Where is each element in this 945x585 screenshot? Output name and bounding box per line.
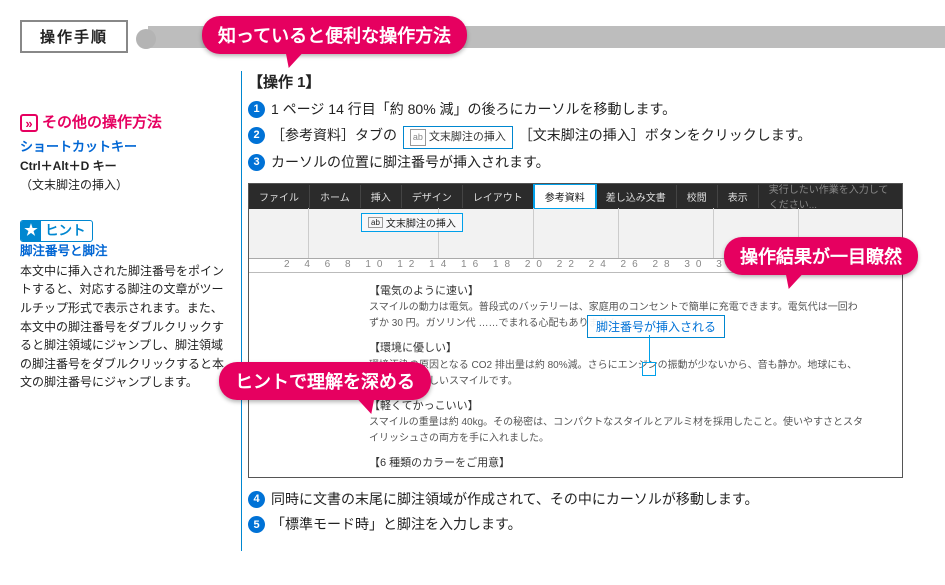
- ribbon-group-captions[interactable]: [534, 208, 619, 258]
- tab-layout[interactable]: レイアウト: [463, 185, 534, 208]
- ribbon-tabs: ファイル ホーム 挿入 デザイン レイアウト 参考資料 差し込み文書 校閲 表示…: [249, 184, 902, 209]
- step-1-text: 1 ページ 14 行目「約 80% 減」の後ろにカーソルを移動します。: [271, 98, 676, 122]
- step-3: 3 カーソルの位置に脚注番号が挿入されます。: [248, 151, 925, 175]
- tab-file[interactable]: ファイル: [249, 185, 310, 208]
- other-ops-sub1: ショートカットキー: [20, 137, 225, 157]
- hint-body: 本文中に挿入された脚注番号をポイントすると、対応する脚注の文章がツールチップ形式…: [20, 262, 225, 392]
- insert-endnote-button-inline[interactable]: 文末脚注の挿入: [403, 126, 513, 149]
- ribbon-group-toc[interactable]: [249, 208, 309, 258]
- other-ops-note: （文末脚注の挿入）: [20, 176, 225, 195]
- chevron-icon: [20, 114, 38, 132]
- sidebar-hint: ★ヒント 脚注番号と脚注 本文中に挿入された脚注番号をポイントすると、対応する脚…: [20, 220, 225, 392]
- tab-insert[interactable]: 挿入: [361, 185, 402, 208]
- step-5: 5 「標準モード時」と脚注を入力します。: [248, 513, 925, 537]
- callout-result: 操作結果が一目瞭然: [724, 237, 918, 275]
- doc-p3: スマイルの重量は約 40kg。その秘密は、コンパクトなスタイルとアルミ材を採用し…: [369, 415, 867, 447]
- screenshot: ファイル ホーム 挿入 デザイン レイアウト 参考資料 差し込み文書 校閲 表示…: [248, 183, 903, 478]
- sidebar: その他の操作方法 ショートカットキー Ctrl＋Alt＋D キー （文末脚注の挿…: [0, 71, 235, 551]
- vertical-divider: [241, 71, 242, 551]
- star-icon: ★: [21, 221, 41, 241]
- step-num-5: 5: [248, 516, 265, 533]
- operation-title: 【操作 1】: [248, 71, 925, 92]
- tab-review[interactable]: 校閲: [677, 185, 718, 208]
- other-ops-label: その他の操作方法: [20, 111, 162, 134]
- insert-endnote-button-ribbon[interactable]: 文末脚注の挿入: [361, 213, 463, 232]
- content-column: 【操作 1】 1 1 ページ 14 行目「約 80% 減」の後ろにカーソルを移動し…: [248, 71, 945, 551]
- tab-references[interactable]: 参考資料: [534, 184, 596, 208]
- section-heading: 操作手順: [20, 20, 128, 53]
- section-heading-row: 操作手順: [20, 20, 945, 53]
- doc-h4: 【6 種類のカラーをご用意】: [369, 455, 867, 473]
- hint-label-text: ヒント: [45, 221, 86, 242]
- step-2-text: ［参考資料］タブの 文末脚注の挿入 ［文末脚注の挿入］ボタンをクリックします。: [271, 124, 811, 149]
- step-1: 1 1 ページ 14 行目「約 80% 減」の後ろにカーソルを移動します。: [248, 98, 925, 122]
- step-num-2: 2: [248, 127, 265, 144]
- doc-h3: 【軽くてかっこいい】: [369, 398, 867, 416]
- doc-h2: 【環境に優しい】: [369, 340, 867, 358]
- ribbon-group-index[interactable]: [619, 208, 714, 258]
- other-ops-label-text: その他の操作方法: [42, 111, 162, 134]
- callout-hint: ヒントで理解を深める: [219, 362, 431, 400]
- step-num-1: 1: [248, 101, 265, 118]
- hint-sub: 脚注番号と脚注: [20, 242, 225, 261]
- tab-design[interactable]: デザイン: [402, 185, 463, 208]
- step-num-3: 3: [248, 154, 265, 171]
- step-2a: ［参考資料］タブの: [271, 127, 397, 143]
- step-num-4: 4: [248, 491, 265, 508]
- step-2b: ［文末脚注の挿入］ボタンをクリックします。: [519, 127, 812, 143]
- doc-p2: 環境汚染の原因となる CO2 排出量は約 80%減。さらにエンジンの振動が少ない…: [369, 358, 867, 390]
- step-5-text: 「標準モード時」と脚注を入力します。: [271, 513, 522, 537]
- sidebar-other-ops: その他の操作方法 ショートカットキー Ctrl＋Alt＋D キー （文末脚注の挿…: [20, 111, 225, 195]
- hint-label: ★ヒント: [20, 220, 93, 243]
- footnote-mark-highlight: [642, 362, 656, 376]
- tab-home[interactable]: ホーム: [310, 185, 361, 208]
- step-2: 2 ［参考資料］タブの 文末脚注の挿入 ［文末脚注の挿入］ボタンをクリックします…: [248, 124, 925, 149]
- step-4-text: 同時に文書の末尾に脚注領域が作成されて、その中にカーソルが移動します。: [271, 488, 758, 512]
- step-4: 4 同時に文書の末尾に脚注領域が作成されて、その中にカーソルが移動します。: [248, 488, 925, 512]
- step-3-text: カーソルの位置に脚注番号が挿入されます。: [271, 151, 550, 175]
- tab-mailings[interactable]: 差し込み文書: [596, 185, 677, 208]
- annotation-connector: [649, 335, 650, 362]
- annotation-box: 脚注番号が挿入される: [587, 315, 725, 338]
- tab-view[interactable]: 表示: [718, 185, 759, 208]
- other-ops-sub2: Ctrl＋Alt＋D キー: [20, 157, 225, 176]
- callout-convenient-ops: 知っていると便利な操作方法: [202, 16, 467, 54]
- heading-bullet-icon: [136, 29, 156, 49]
